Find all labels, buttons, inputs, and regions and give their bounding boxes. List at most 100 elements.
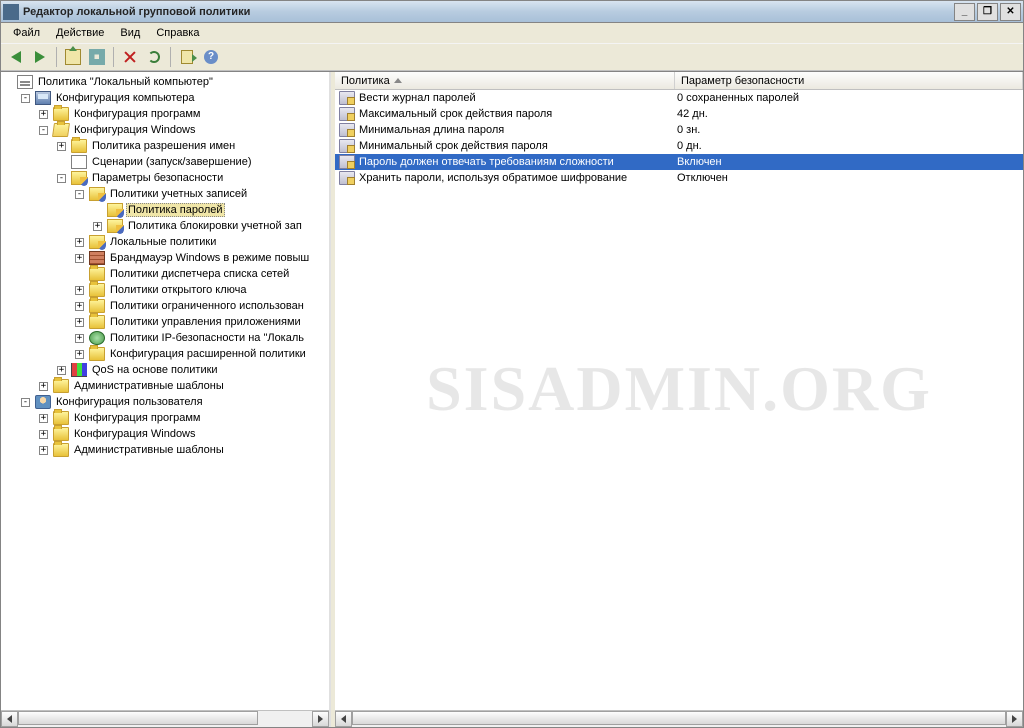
tree-password-policy[interactable]: Политика паролей bbox=[93, 202, 329, 218]
collapse-icon[interactable]: - bbox=[21, 94, 30, 103]
menu-help[interactable]: Справка bbox=[148, 25, 207, 41]
expand-icon[interactable]: + bbox=[75, 350, 84, 359]
folder-icon bbox=[89, 283, 105, 297]
list-row[interactable]: Хранить пароли, используя обратимое шифр… bbox=[335, 170, 1023, 186]
collapse-icon[interactable]: - bbox=[75, 190, 84, 199]
security-folder-icon bbox=[89, 235, 105, 249]
tree-admin-templates-computer[interactable]: + Административные шаблоны bbox=[39, 378, 329, 394]
scroll-track[interactable] bbox=[18, 711, 312, 727]
tree-pane: Политика "Локальный компьютер" - Конфигу… bbox=[1, 72, 331, 727]
app-icon bbox=[3, 4, 19, 20]
tree-firewall[interactable]: + Брандмауэр Windows в режиме повыш bbox=[75, 250, 329, 266]
export-list-button[interactable] bbox=[176, 46, 198, 68]
list-row[interactable]: Пароль должен отвечать требованиям сложн… bbox=[335, 154, 1023, 170]
tree-user-config[interactable]: - Конфигурация пользователя bbox=[21, 394, 329, 410]
scroll-left-button[interactable] bbox=[335, 711, 352, 727]
scroll-track[interactable] bbox=[352, 711, 1006, 727]
expand-icon[interactable]: + bbox=[39, 110, 48, 119]
expand-icon[interactable]: + bbox=[75, 302, 84, 311]
toolbar-separator bbox=[170, 47, 171, 67]
scroll-thumb[interactable] bbox=[352, 711, 1006, 725]
tree-software-restriction[interactable]: + Политики ограниченного использован bbox=[75, 298, 329, 314]
policy-name: Вести журнал паролей bbox=[359, 92, 476, 104]
expand-icon[interactable]: + bbox=[39, 414, 48, 423]
toolbar-separator bbox=[56, 47, 57, 67]
tree-public-key[interactable]: + Политики открытого ключа bbox=[75, 282, 329, 298]
scroll-thumb[interactable] bbox=[18, 711, 258, 725]
column-header-policy[interactable]: Политика bbox=[335, 72, 675, 89]
menu-file[interactable]: Файл bbox=[5, 25, 48, 41]
scroll-right-button[interactable] bbox=[312, 711, 329, 727]
up-level-button[interactable] bbox=[62, 46, 84, 68]
list-row[interactable]: Минимальная длина пароля0 зн. bbox=[335, 122, 1023, 138]
nav-forward-button[interactable] bbox=[29, 46, 51, 68]
tree-ip-security[interactable]: + Политики IP-безопасности на "Локаль bbox=[75, 330, 329, 346]
toolbar: ? bbox=[1, 43, 1023, 71]
tree-windows-settings-user[interactable]: + Конфигурация Windows bbox=[39, 426, 329, 442]
arrow-left-icon bbox=[341, 715, 346, 723]
tree-security-settings[interactable]: - Параметры безопасности bbox=[57, 170, 329, 186]
maximize-button[interactable]: ❐ bbox=[977, 3, 998, 21]
expand-icon[interactable]: + bbox=[75, 238, 84, 247]
close-button[interactable]: ✕ bbox=[1000, 3, 1021, 21]
scroll-right-button[interactable] bbox=[1006, 711, 1023, 727]
policy-item-icon bbox=[339, 155, 355, 169]
policy-item-icon bbox=[339, 107, 355, 121]
tree-local-policies[interactable]: + Локальные политики bbox=[75, 234, 329, 250]
list-body[interactable]: Вести журнал паролей0 сохраненных пароле… bbox=[335, 90, 1023, 710]
policy-name: Пароль должен отвечать требованиям сложн… bbox=[359, 156, 614, 168]
tree-network-list[interactable]: Политики диспетчера списка сетей bbox=[75, 266, 329, 282]
expand-icon[interactable]: + bbox=[75, 318, 84, 327]
refresh-button[interactable] bbox=[143, 46, 165, 68]
list-row[interactable]: Минимальный срок действия пароля0 дн. bbox=[335, 138, 1023, 154]
tree-root[interactable]: Политика "Локальный компьютер" bbox=[3, 74, 329, 90]
collapse-icon[interactable]: - bbox=[39, 126, 48, 135]
policy-item-icon bbox=[339, 91, 355, 105]
tree-windows-settings[interactable]: - Конфигурация Windows bbox=[39, 122, 329, 138]
menu-action[interactable]: Действие bbox=[48, 25, 112, 41]
tree-app-control[interactable]: + Политики управления приложениями bbox=[75, 314, 329, 330]
expand-icon[interactable]: + bbox=[75, 334, 84, 343]
tree-software-settings[interactable]: + Конфигурация программ bbox=[39, 106, 329, 122]
tree-name-resolution[interactable]: + Политика разрешения имен bbox=[57, 138, 329, 154]
tree-account-policies[interactable]: - Политики учетных записей bbox=[75, 186, 329, 202]
expand-icon[interactable]: + bbox=[39, 446, 48, 455]
tree-computer-config[interactable]: - Конфигурация компьютера bbox=[21, 90, 329, 106]
collapse-icon[interactable]: - bbox=[57, 174, 66, 183]
expand-icon[interactable]: + bbox=[75, 254, 84, 263]
policy-item-icon bbox=[339, 171, 355, 185]
scroll-left-button[interactable] bbox=[1, 711, 18, 727]
toolbar-separator bbox=[113, 47, 114, 67]
column-header-setting[interactable]: Параметр безопасности bbox=[675, 72, 1023, 89]
expand-icon[interactable]: + bbox=[39, 382, 48, 391]
list-row[interactable]: Максимальный срок действия пароля42 дн. bbox=[335, 106, 1023, 122]
tree-qos[interactable]: + QoS на основе политики bbox=[57, 362, 329, 378]
minimize-button[interactable]: _ bbox=[954, 3, 975, 21]
show-hide-tree-button[interactable] bbox=[86, 46, 108, 68]
list-header: Политика Параметр безопасности bbox=[335, 72, 1023, 90]
policy-tree[interactable]: Политика "Локальный компьютер" - Конфигу… bbox=[1, 72, 329, 710]
menu-view[interactable]: Вид bbox=[112, 25, 148, 41]
expand-icon[interactable]: + bbox=[93, 222, 102, 231]
tree-admin-templates-user[interactable]: + Административные шаблоны bbox=[39, 442, 329, 458]
list-row[interactable]: Вести журнал паролей0 сохраненных пароле… bbox=[335, 90, 1023, 106]
expand-icon[interactable]: + bbox=[75, 286, 84, 295]
expand-icon[interactable]: + bbox=[39, 430, 48, 439]
help-button[interactable]: ? bbox=[200, 46, 222, 68]
grid-icon bbox=[89, 49, 105, 65]
policy-name: Минимальная длина пароля bbox=[359, 124, 504, 136]
folder-icon bbox=[53, 107, 69, 121]
tree-scripts[interactable]: Сценарии (запуск/завершение) bbox=[57, 154, 329, 170]
tree-horizontal-scrollbar[interactable] bbox=[1, 710, 329, 727]
list-horizontal-scrollbar[interactable] bbox=[335, 710, 1023, 727]
nav-back-button[interactable] bbox=[5, 46, 27, 68]
collapse-icon[interactable]: - bbox=[21, 398, 30, 407]
expand-icon[interactable]: + bbox=[57, 142, 66, 151]
tree-advanced-audit[interactable]: + Конфигурация расширенной политики bbox=[75, 346, 329, 362]
delete-button[interactable] bbox=[119, 46, 141, 68]
tree-lockout-policy[interactable]: + Политика блокировки учетной зап bbox=[93, 218, 329, 234]
folder-icon bbox=[89, 299, 105, 313]
tree-software-settings-user[interactable]: + Конфигурация программ bbox=[39, 410, 329, 426]
folder-icon bbox=[53, 443, 69, 457]
expand-icon[interactable]: + bbox=[57, 366, 66, 375]
